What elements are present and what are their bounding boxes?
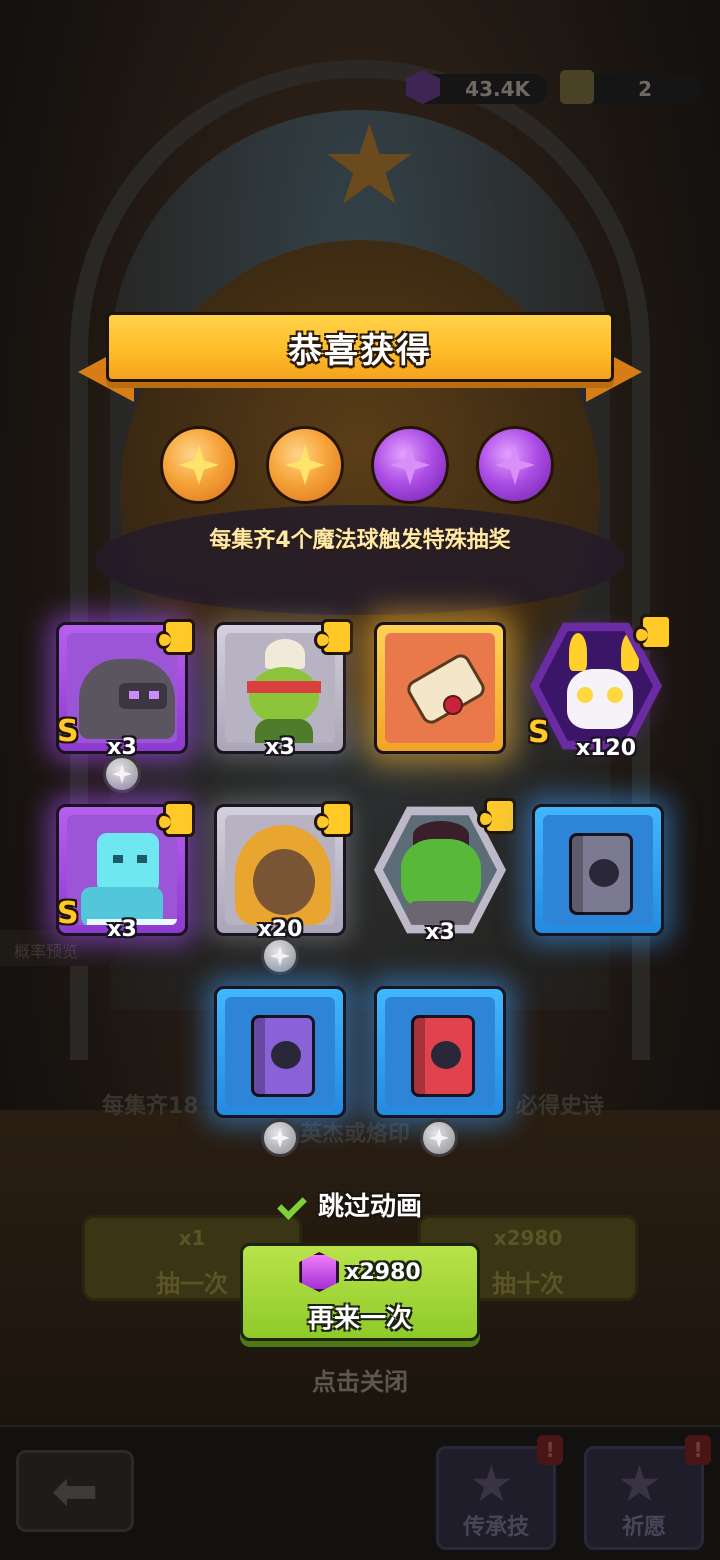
background-hint-text-2: 必得史诗 [516,1094,605,1119]
reward-card-hooded-monkey[interactable]: x20 [214,801,353,942]
star-icon [112,764,132,784]
checkmark-icon[interactable] [280,1190,308,1218]
hero-shard-icon [156,619,195,655]
title-banner: 恭喜获得 [78,312,642,402]
pull-again-label: 再来一次 [307,1304,412,1334]
skip-animation-label: 跳过动画 [318,1191,423,1222]
goblin-chef-portrait [265,639,305,669]
reward-card-wolf-book[interactable] [374,986,506,1118]
gem-amount: 43.4K [465,77,530,101]
reward-card-ice-knight[interactable]: S x3 [56,801,195,942]
eye-emblem-icon [271,1041,301,1069]
ticket-icon [560,70,594,104]
popup-title: 恭喜获得 [288,330,432,371]
background-hint-text: 每集齐18 [102,1094,199,1119]
silver-star-token [261,937,299,975]
reward-card-scroll[interactable] [374,622,506,754]
nav-inheritance-skill[interactable]: ★ 传承技 ! [436,1435,563,1550]
back-arrow-icon[interactable]: ⬅ [16,1450,134,1532]
skip-animation-toggle[interactable]: 跳过动画 [280,1186,422,1222]
ticket-amount: 2 [638,77,652,101]
star-icon [270,946,290,966]
banner-plate: 恭喜获得 [106,312,614,382]
magic-orb-gold [160,426,238,504]
magic-orb-gold [266,426,344,504]
reward-quantity: x120 [575,735,637,761]
reward-quantity: x3 [265,734,295,760]
star-icon [179,445,219,485]
gem-counter[interactable]: 43.4K [406,70,548,104]
star-icon [390,445,430,485]
reward-card-skull-reaper[interactable]: S x120 [518,608,674,764]
reward-card-stone-golem[interactable]: S x3 [56,619,195,760]
rarity-tag: S [528,715,550,750]
magic-orb-purple [371,426,449,504]
nav-inheritance-skill-label: 传承技 [462,1515,529,1540]
wax-seal-icon [443,695,463,715]
hero-shard-icon [477,798,516,834]
star-icon [429,1128,449,1148]
wolf-emblem-icon [431,1041,461,1069]
star-icon [495,445,535,485]
reward-card-eye-book[interactable] [214,986,346,1118]
skull-emblem-icon [589,859,619,887]
horn-icon [569,633,587,671]
gem-icon [299,1252,340,1292]
hero-shard-icon [633,614,672,650]
ice-knight-portrait [97,833,159,893]
scroll-icon [403,650,489,728]
silver-star-token [103,755,141,793]
alert-badge: ! [685,1435,711,1465]
alert-badge: ! [537,1435,563,1465]
nav-wish-label: 祈愿 [621,1515,666,1540]
background-star-icon: ★ [320,101,419,229]
wish-star-icon: ★ [617,1455,662,1513]
hero-shard-icon [156,801,195,837]
star-icon [270,1128,290,1148]
orb-hint-text: 每集齐4个魔法球触发特殊抽奖 [209,528,511,553]
star-badge-icon: ★ [469,1455,514,1513]
tap-to-close-text[interactable]: 点击关闭 [0,1362,720,1397]
silver-star-token [420,1119,458,1157]
skull-reaper-portrait [567,669,633,729]
reward-quantity: x3 [107,916,137,942]
reward-card-goblin-chef[interactable]: x3 [214,619,353,760]
reward-card-skull-book[interactable] [532,804,664,936]
magic-orb-purple [476,426,554,504]
star-icon [285,445,325,485]
hero-shard-icon [314,801,353,837]
hero-shard-icon [314,619,353,655]
pull-again-cost: x2980 [345,1259,421,1285]
nav-wish[interactable]: ★ 祈愿 ! [584,1435,711,1550]
reward-quantity: x3 [425,919,455,945]
silver-star-token [261,1119,299,1157]
background-hint-text-3: 英杰或烙印 [300,1122,411,1147]
reward-card-orc-warrior[interactable]: x3 [374,798,516,945]
ticket-counter[interactable]: 2 [560,70,702,104]
pull-again-button[interactable]: x2980 再来一次 [240,1243,480,1341]
